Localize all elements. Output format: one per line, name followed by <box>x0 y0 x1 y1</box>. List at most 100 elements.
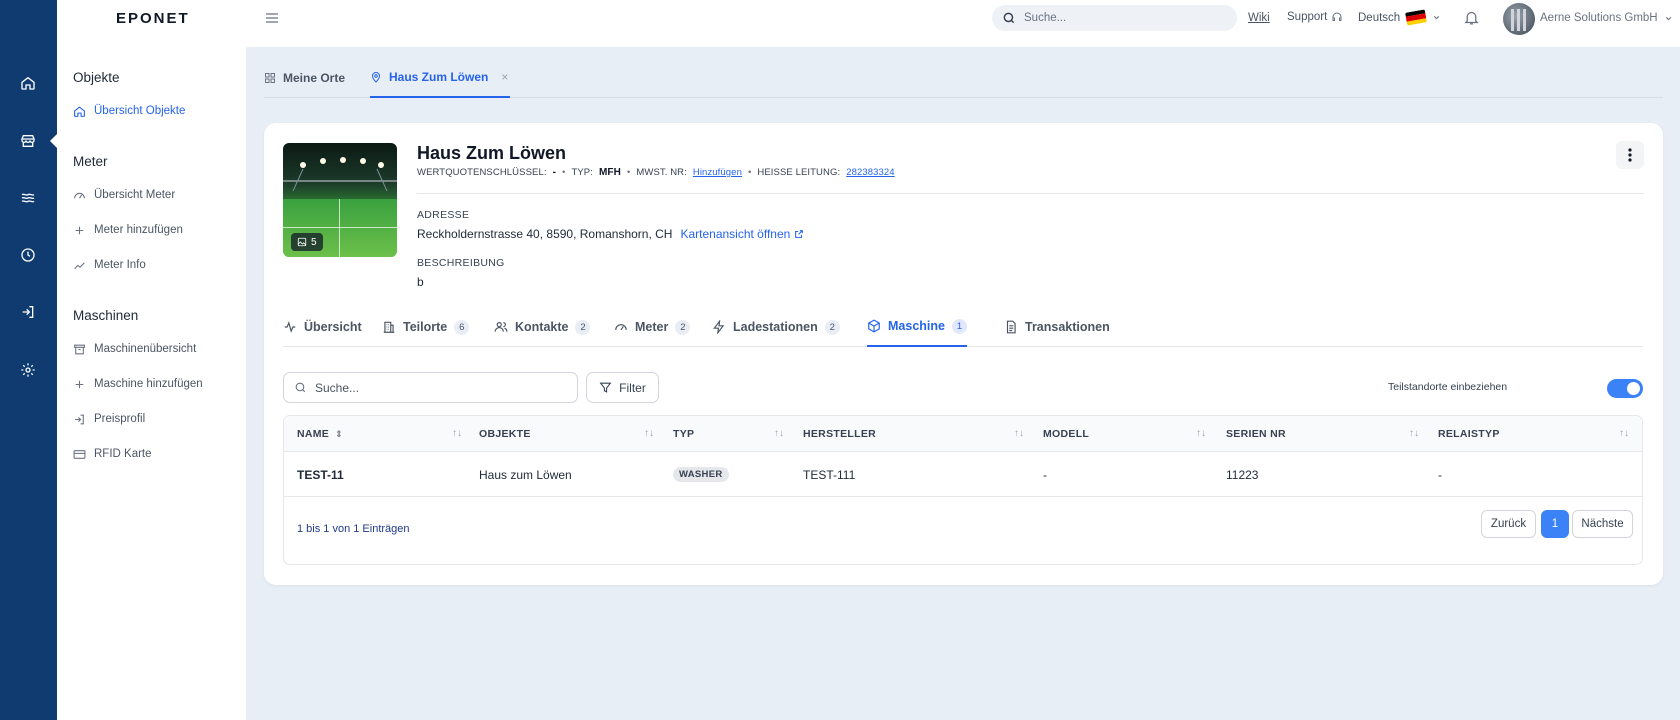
mwst-add-link[interactable]: Hinzufügen <box>693 167 742 178</box>
sidebar-item-maschinenuebersicht[interactable]: Maschinenübersicht <box>73 340 196 358</box>
sidebar-item-preisprofil[interactable]: Preisprofil <box>73 410 145 428</box>
count-badge: 2 <box>824 319 840 335</box>
menu-icon[interactable] <box>264 10 280 29</box>
tab-meter[interactable]: Meter 2 <box>614 307 691 347</box>
sidebar-item-uebersicht-objekte[interactable]: Übersicht Objekte <box>73 102 185 120</box>
global-search-input[interactable] <box>1024 12 1214 24</box>
sort-icon[interactable]: ↑↓ <box>1196 428 1206 439</box>
tab-label: Transaktionen <box>1025 320 1110 334</box>
column-header-relaistyp[interactable]: RELAISTYP <box>1438 416 1500 452</box>
close-icon[interactable]: × <box>501 70 508 84</box>
support-link[interactable]: Support <box>1287 11 1343 23</box>
waves-icon[interactable] <box>17 187 39 209</box>
sidebar-item-meter-hinzufuegen[interactable]: Meter hinzufügen <box>73 221 183 239</box>
column-header-objekte[interactable]: OBJEKTE <box>479 416 531 452</box>
cell-hersteller: TEST-111 <box>803 467 856 482</box>
photo-count-badge: 5 <box>291 233 323 251</box>
archive-icon <box>74 344 85 354</box>
table-search-input[interactable] <box>315 380 565 395</box>
home-icon <box>74 105 85 117</box>
sort-icon[interactable]: ↑↓ <box>1409 428 1419 439</box>
sort-icon[interactable]: ↑↓ <box>452 428 462 439</box>
sort-icon[interactable]: ↑↓ <box>774 428 784 439</box>
bell-icon[interactable] <box>1463 9 1480 26</box>
cell-modell: - <box>1043 467 1047 482</box>
count-badge: 6 <box>454 319 470 335</box>
store-icon[interactable] <box>17 130 39 152</box>
global-search[interactable] <box>992 5 1237 31</box>
filter-button[interactable]: Filter <box>586 372 659 403</box>
object-photo[interactable]: 5 <box>283 143 397 257</box>
brand-logo[interactable]: EPONET <box>116 10 190 27</box>
column-label: HERSTELLER <box>803 428 877 440</box>
tab-kontakte[interactable]: Kontakte 2 <box>494 307 591 347</box>
kebab-icon <box>1628 148 1632 162</box>
sidebar-section-meter: Meter <box>73 154 108 169</box>
tab-label: Kontakte <box>515 320 569 334</box>
cell-name[interactable]: TEST-11 <box>297 452 344 497</box>
map-link[interactable]: Kartenansicht öffnen <box>680 227 804 241</box>
tab-label: Teilorte <box>403 320 448 334</box>
include-substations-toggle[interactable] <box>1607 379 1643 398</box>
object-card: 5 Haus Zum Löwen WERTQUOTENSCHLÜSSEL: - … <box>264 123 1663 585</box>
prev-page-button[interactable]: Zurück <box>1481 510 1536 538</box>
tab-transaktionen[interactable]: Transaktionen <box>1004 307 1110 347</box>
hl-link[interactable]: 282383324 <box>846 167 894 178</box>
tab-teilorte[interactable]: Teilorte 6 <box>382 307 470 347</box>
wiki-link[interactable]: Wiki <box>1248 12 1270 24</box>
table-row[interactable]: TEST-11 Haus zum Löwen WASHER TEST-111 -… <box>284 452 1642 497</box>
sort-icon[interactable]: ↑↓ <box>644 428 654 439</box>
tab-haus-zum-loewen[interactable]: Haus Zum Löwen × <box>370 63 511 98</box>
avatar[interactable] <box>1503 3 1535 35</box>
chevron-down-icon <box>1434 15 1440 20</box>
photo-count: 5 <box>311 236 317 248</box>
next-page-button[interactable]: Nächste <box>1572 510 1633 538</box>
sidebar-item-uebersicht-meter[interactable]: Übersicht Meter <box>73 186 175 204</box>
tab-ladestationen[interactable]: Ladestationen 2 <box>712 307 840 347</box>
external-link-icon <box>795 230 804 238</box>
search-icon <box>1003 12 1015 24</box>
image-icon <box>297 237 307 247</box>
address-label: ADRESSE <box>417 209 470 221</box>
typ-value: MFH <box>598 167 621 178</box>
building-icon <box>383 321 395 333</box>
sort-icon: ⇕ <box>335 428 343 439</box>
column-header-serien-nr[interactable]: SERIEN NR <box>1226 416 1286 452</box>
description-label: BESCHREIBUNG <box>417 257 505 269</box>
count-badge: 1 <box>951 318 967 334</box>
column-label: RELAISTYP <box>1438 428 1500 440</box>
sidebar-item-maschine-hinzufuegen[interactable]: Maschine hinzufügen <box>73 375 203 393</box>
clock-icon[interactable] <box>17 244 39 266</box>
more-options-button[interactable] <box>1616 141 1644 169</box>
sort-icon[interactable]: ↑↓ <box>1619 428 1629 439</box>
account-menu[interactable]: Aerne Solutions GmbH <box>1540 12 1673 24</box>
plus-icon <box>75 226 84 234</box>
gauge-icon <box>615 324 627 331</box>
column-header-name[interactable]: NAME ⇕ <box>297 416 343 452</box>
sort-icon[interactable]: ↑↓ <box>1014 428 1024 439</box>
page-1-button[interactable]: 1 <box>1541 510 1569 538</box>
login-icon[interactable] <box>17 301 39 323</box>
sidebar-item-label: Meter Info <box>94 259 146 271</box>
column-header-typ[interactable]: TYP <box>673 416 694 452</box>
column-header-hersteller[interactable]: HERSTELLER <box>803 416 876 452</box>
tab-meine-orte[interactable]: Meine Orte <box>264 63 345 98</box>
tab-maschine[interactable]: Maschine 1 <box>867 307 967 347</box>
home-icon[interactable] <box>17 72 39 94</box>
column-header-modell[interactable]: MODELL <box>1043 416 1089 452</box>
description-value: b <box>417 275 424 289</box>
language-select[interactable]: Deutsch <box>1358 9 1441 26</box>
column-label: OBJEKTE <box>479 428 531 440</box>
pagination-info: 1 bis 1 von 1 Einträgen <box>297 523 410 535</box>
sidebar-item-label: Preisprofil <box>94 413 146 425</box>
tab-uebersicht[interactable]: Übersicht <box>283 307 362 347</box>
sidebar-item-rfid-karte[interactable]: RFID Karte <box>73 445 152 463</box>
settings-icon[interactable] <box>17 359 39 381</box>
document-icon <box>1006 320 1016 334</box>
company-name: Aerne Solutions GmbH <box>1540 12 1658 24</box>
sidebar-section-maschinen: Maschinen <box>73 308 139 323</box>
table-search[interactable] <box>283 372 578 403</box>
sidebar-item-meter-info[interactable]: Meter Info <box>73 256 146 274</box>
wq-label: WERTQUOTENSCHLÜSSEL: <box>417 167 547 178</box>
chevron-down-icon <box>1665 16 1671 20</box>
